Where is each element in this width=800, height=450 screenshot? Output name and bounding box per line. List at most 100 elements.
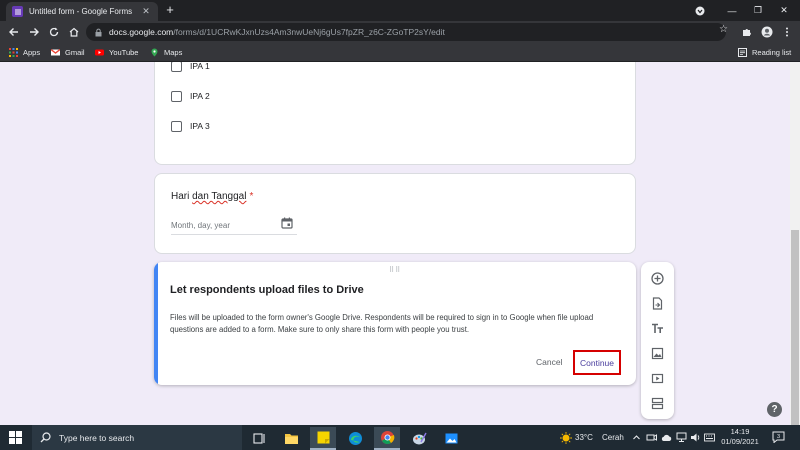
cancel-button[interactable]: Cancel [536, 357, 562, 367]
add-title-icon [652, 323, 663, 333]
add-section-icon [651, 397, 664, 410]
reload-icon[interactable] [46, 24, 62, 40]
browser-tab[interactable]: Untitled form - Google Forms ✕ [6, 2, 158, 21]
maps-icon [151, 48, 158, 57]
home-icon[interactable] [66, 24, 82, 40]
question-title: Hari dan Tanggal * [171, 191, 254, 202]
bookmark-label: Maps [164, 48, 183, 57]
tab-title: Untitled form - Google Forms [29, 7, 133, 16]
form-side-toolbar [641, 262, 674, 419]
avatar[interactable] [759, 24, 775, 40]
option-label: IPA 1 [190, 62, 210, 71]
gmail-icon [51, 48, 60, 56]
option-ipa-1[interactable]: IPA 1 [171, 62, 210, 73]
speaker-icon[interactable] [690, 432, 701, 443]
edge-icon[interactable] [342, 427, 368, 450]
reading-list-label: Reading list [752, 48, 792, 57]
scrollbar[interactable] [790, 62, 800, 425]
checkbox[interactable] [171, 62, 182, 72]
continue-button[interactable]: Continue [573, 350, 621, 375]
bookmark-gmail[interactable]: Gmail [51, 46, 85, 59]
sticky-notes-icon[interactable] [310, 427, 336, 450]
chevron-up-icon[interactable] [632, 433, 641, 442]
clock-date: 01/09/2021 [721, 437, 759, 446]
taskbar-search-input[interactable]: Type here to search [32, 425, 242, 450]
windows-start-icon[interactable] [9, 431, 22, 444]
search-icon [40, 432, 51, 443]
calendar-icon [281, 217, 293, 229]
add-question-button[interactable] [649, 270, 666, 287]
bookmark-star-icon[interactable]: ☆ [719, 24, 728, 35]
option-ipa-3[interactable]: IPA 3 [171, 119, 210, 133]
checkbox[interactable] [171, 120, 182, 132]
bookmark-label: Gmail [65, 48, 85, 57]
close-window-icon[interactable]: ✕ [768, 0, 800, 21]
url-text: docs.google.com/forms/d/1UCRwKJxnUzs4Am3… [109, 27, 445, 37]
option-label: IPA 2 [190, 91, 210, 101]
option-label: IPA 3 [190, 121, 210, 131]
bookmarks-bar: Apps Gmail YouTube Maps Reading list [0, 43, 800, 62]
dialog-body: Files will be uploaded to the form owner… [170, 313, 594, 334]
photos-icon[interactable] [438, 427, 464, 450]
option-ipa-2[interactable]: IPA 2 [171, 89, 210, 103]
forms-page: IPA 1 IPA 2 IPA 3 Hari dan Tanggal * Mont… [0, 62, 800, 425]
weather-temperature[interactable]: 33°C [575, 433, 593, 442]
svg-text:3: 3 [777, 434, 780, 440]
forward-icon[interactable] [26, 24, 42, 40]
chrome-menu-icon[interactable] [779, 24, 795, 40]
add-title-button[interactable] [649, 320, 666, 337]
back-icon[interactable] [6, 24, 22, 40]
task-view-icon[interactable] [246, 427, 272, 450]
extensions-icon[interactable] [739, 24, 755, 40]
date-input-underline [171, 234, 297, 235]
drag-handle-icon[interactable]: ⠿⠿ [389, 266, 401, 274]
onedrive-cloud-icon[interactable] [661, 433, 672, 442]
windows-taskbar: Type here to search 33°C Cerah 14:19 01/… [0, 425, 800, 450]
browser-toolbar: docs.google.com/forms/d/1UCRwKJxnUzs4Am3… [0, 21, 800, 43]
clock-time: 14:19 [730, 427, 750, 436]
browser-tab-strip: Untitled form - Google Forms ✕ + — ❐ ✕ [0, 0, 800, 21]
scrollbar-thumb[interactable] [791, 230, 799, 425]
youtube-icon [95, 49, 104, 56]
date-question-card[interactable]: Hari dan Tanggal * Month, day, year [154, 173, 636, 254]
reading-list-button[interactable]: Reading list [738, 46, 791, 59]
import-questions-icon [652, 297, 663, 310]
weather-description[interactable]: Cerah [602, 433, 624, 442]
file-explorer-icon[interactable] [278, 427, 304, 450]
dialog-title: Let respondents upload files to Drive [170, 284, 364, 296]
add-section-button[interactable] [649, 395, 666, 412]
add-image-icon [651, 347, 664, 360]
taskbar-clock[interactable]: 14:19 01/09/2021 [718, 427, 762, 447]
reading-list-icon [738, 48, 747, 57]
add-video-icon [651, 373, 664, 384]
profile-menu-icon[interactable] [684, 0, 716, 21]
address-bar[interactable]: docs.google.com/forms/d/1UCRwKJxnUzs4Am3… [86, 23, 726, 41]
apps-grid-icon [9, 48, 18, 57]
bookmark-maps[interactable]: Maps [150, 46, 182, 59]
language-icon[interactable] [704, 432, 715, 443]
new-tab-icon[interactable]: + [163, 3, 177, 17]
paint-icon[interactable] [406, 427, 432, 450]
add-video-button[interactable] [649, 370, 666, 387]
import-questions-button[interactable] [649, 295, 666, 312]
add-image-button[interactable] [649, 345, 666, 362]
date-placeholder: Month, day, year [171, 221, 230, 230]
bookmark-apps[interactable]: Apps [9, 46, 40, 59]
active-card-indicator [154, 262, 158, 385]
weather-sun-icon [560, 432, 572, 444]
lock-icon [95, 28, 102, 36]
checkbox[interactable] [171, 90, 182, 102]
continue-label: Continue [579, 357, 615, 368]
tab-close-icon[interactable]: ✕ [140, 6, 152, 17]
bookmark-label: YouTube [109, 48, 139, 57]
help-icon[interactable]: ? [767, 402, 782, 417]
network-icon[interactable] [676, 432, 687, 443]
bookmark-label: Apps [23, 48, 41, 57]
notifications-icon[interactable]: 3 [772, 431, 785, 443]
chrome-icon[interactable] [374, 427, 400, 450]
bookmark-youtube[interactable]: YouTube [95, 46, 138, 59]
required-asterisk: * [249, 191, 254, 202]
checkbox-question-card[interactable]: IPA 1 IPA 2 IPA 3 [154, 62, 636, 165]
google-forms-icon [12, 6, 23, 17]
meet-now-icon[interactable] [646, 432, 657, 443]
